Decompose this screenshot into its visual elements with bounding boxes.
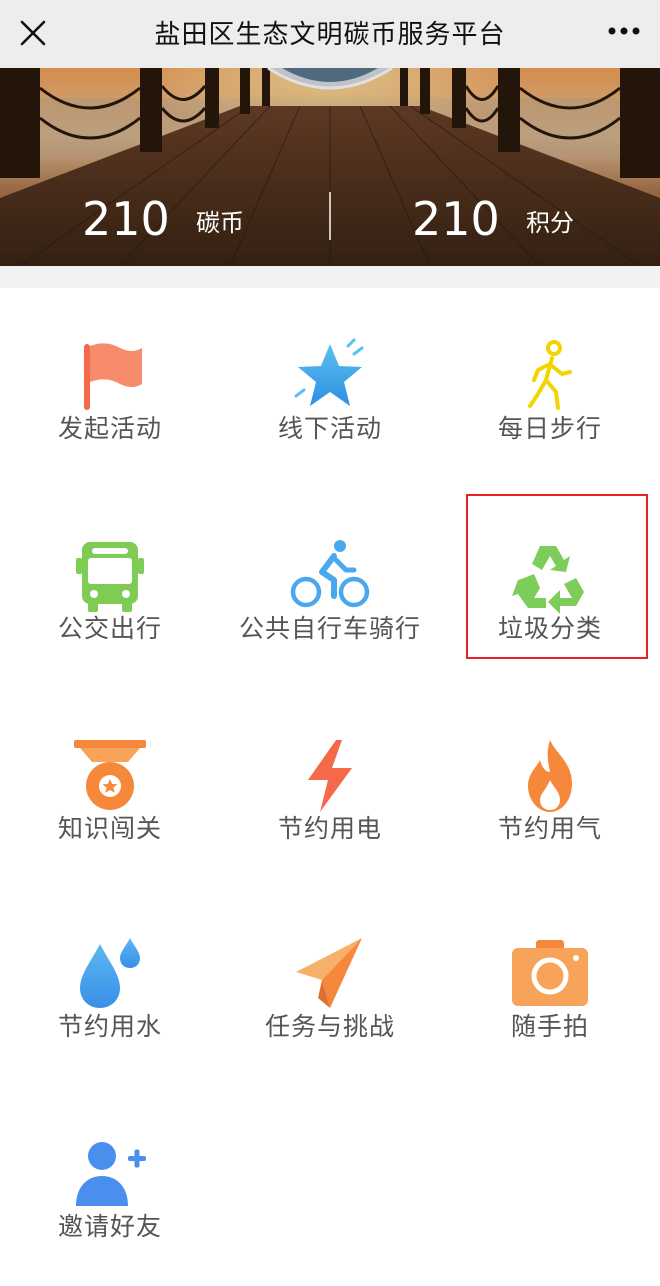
lightning-icon: [308, 740, 352, 812]
menu-item-tasks-challenges[interactable]: 任务与挑战: [220, 886, 440, 1086]
cyclist-icon: [290, 540, 370, 608]
stat-divider: [329, 192, 331, 240]
carbon-coin-unit: 碳币: [196, 209, 244, 237]
water-drop-icon: [80, 938, 140, 1008]
menu-item-invite-friends[interactable]: 邀请好友: [0, 1086, 220, 1286]
points-value: 210: [412, 192, 500, 246]
menu-item-daily-walk[interactable]: 每日步行: [440, 288, 660, 488]
menu-item-snapshot[interactable]: 随手拍: [440, 886, 660, 1086]
paper-plane-icon: [296, 938, 362, 1008]
menu-item-label: 知识闯关: [57, 814, 162, 843]
banner: 210 碳币 210 积分: [0, 68, 660, 266]
medal-icon: [74, 740, 146, 810]
star-icon: [294, 338, 364, 406]
more-options-icon[interactable]: [604, 16, 644, 46]
menu-item-label: 节约用电: [277, 814, 382, 843]
flame-icon: [528, 740, 572, 812]
menu-item-label: 节约用水: [57, 1012, 162, 1041]
menu-item-offline-activity[interactable]: 线下活动: [220, 288, 440, 488]
points-unit: 积分: [526, 209, 574, 237]
recycle-icon: [512, 546, 584, 614]
menu-item-label: 垃圾分类: [497, 614, 602, 643]
section-divider: [0, 266, 660, 288]
carbon-coin-value: 210: [82, 192, 170, 246]
menu-item-public-bicycle[interactable]: 公共自行车骑行: [220, 488, 440, 688]
add-user-icon: [76, 1142, 146, 1206]
menu-item-label: 公交出行: [57, 614, 162, 643]
walking-person-icon: [528, 340, 572, 410]
menu-item-label: 邀请好友: [57, 1212, 162, 1241]
menu-item-garbage-sorting[interactable]: 垃圾分类: [440, 488, 660, 688]
carbon-coin-stat[interactable]: 210 碳币: [82, 186, 302, 246]
bus-icon: [76, 542, 144, 612]
menu-item-label: 随手拍: [510, 1012, 589, 1041]
menu-item-label: 任务与挑战: [264, 1012, 395, 1041]
camera-icon: [512, 940, 588, 1006]
menu-item-label: 节约用气: [497, 814, 602, 843]
menu-item-launch-activity[interactable]: 发起活动: [0, 288, 220, 488]
flag-icon: [84, 343, 142, 410]
title-bar: 盐田区生态文明碳币服务平台: [0, 0, 660, 68]
menu-item-bus-travel[interactable]: 公交出行: [0, 488, 220, 688]
menu-item-save-electricity[interactable]: 节约用电: [220, 688, 440, 888]
points-stat[interactable]: 210 积分: [412, 186, 632, 246]
menu-item-label: 每日步行: [497, 414, 602, 443]
menu-item-save-gas[interactable]: 节约用气: [440, 688, 660, 888]
menu-item-save-water[interactable]: 节约用水: [0, 886, 220, 1086]
page-title: 盐田区生态文明碳币服务平台: [154, 20, 506, 50]
menu-item-label: 线下活动: [277, 414, 382, 443]
menu-item-label: 发起活动: [57, 414, 162, 443]
menu-item-label: 公共自行车骑行: [238, 614, 421, 643]
menu-item-knowledge-quiz[interactable]: 知识闯关: [0, 688, 220, 888]
